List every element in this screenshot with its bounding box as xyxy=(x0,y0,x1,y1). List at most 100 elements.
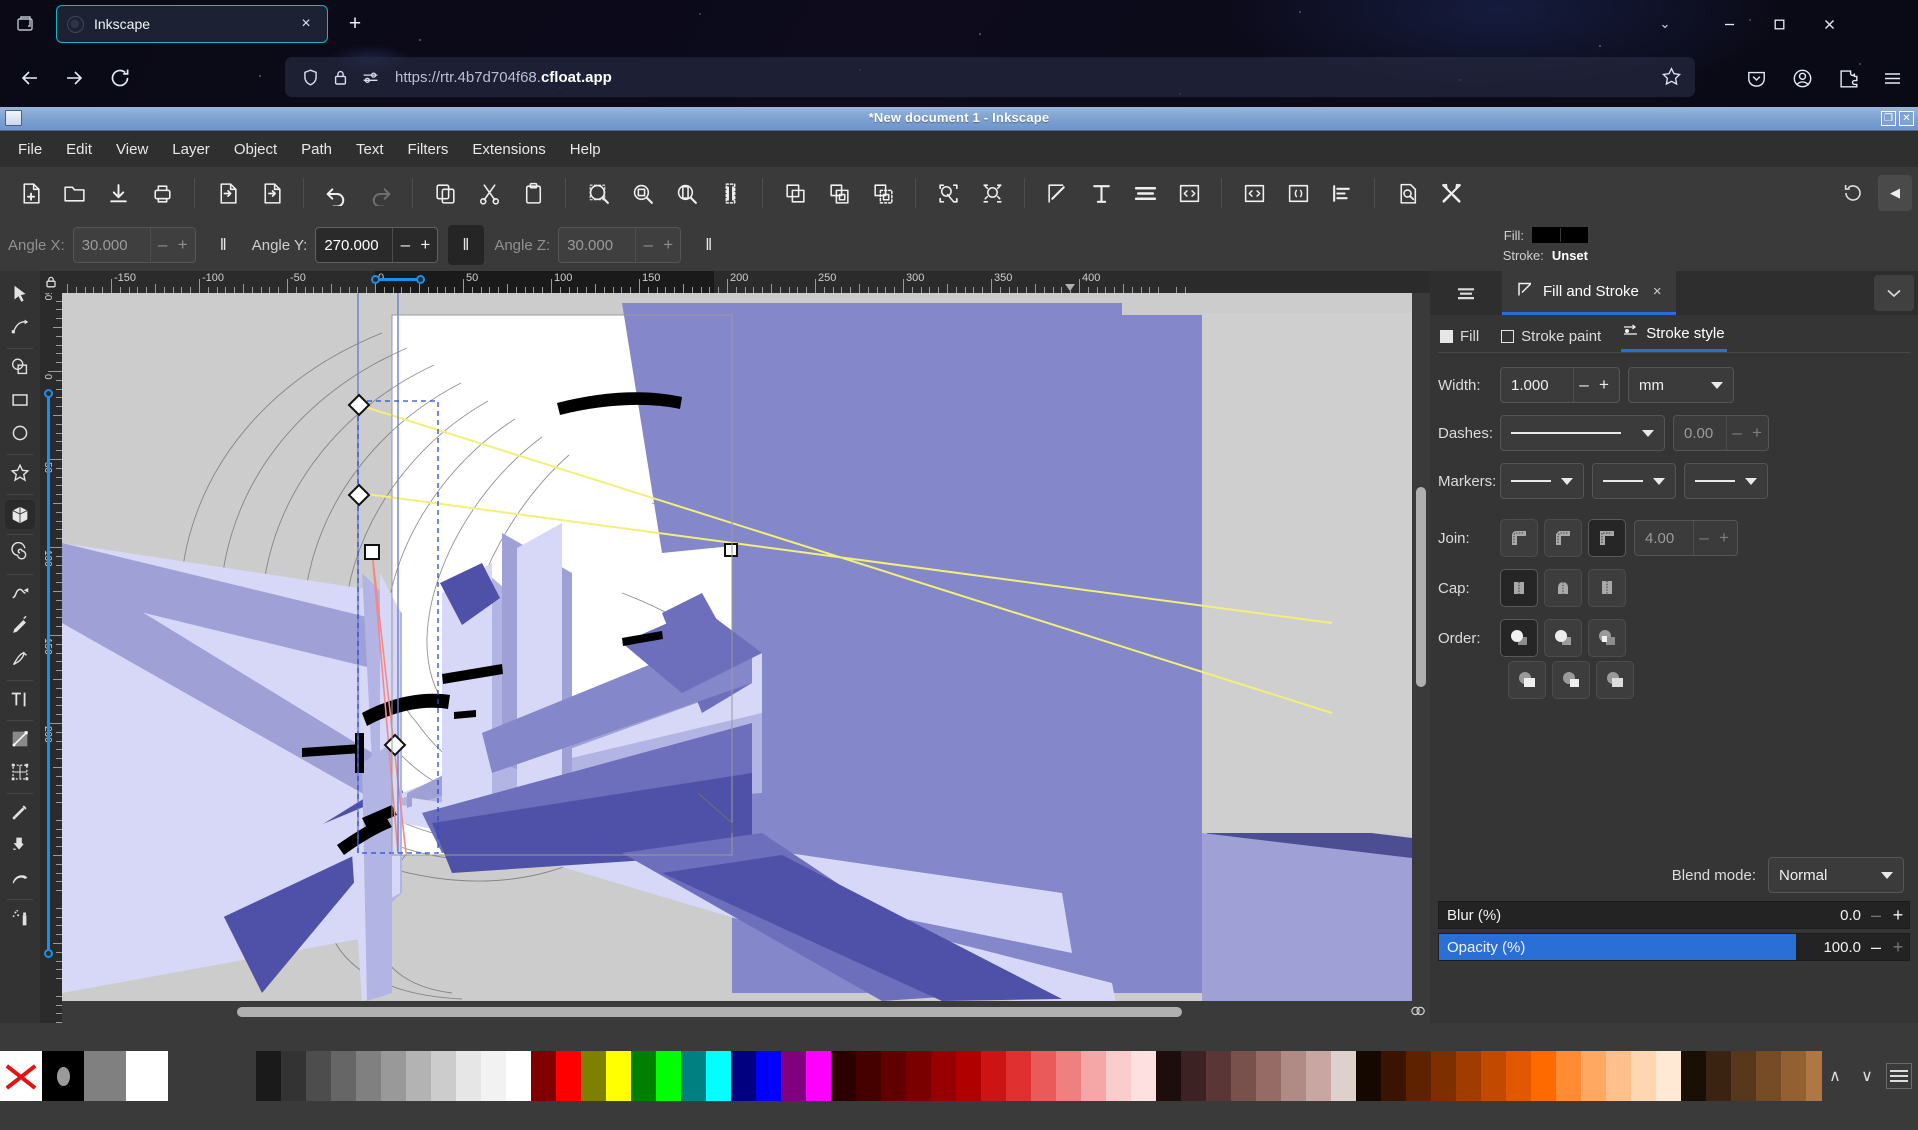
save-document-icon[interactable] xyxy=(96,173,140,213)
window-maximize-button[interactable] xyxy=(1762,10,1796,38)
mask-icon[interactable] xyxy=(970,173,1014,213)
menu-object[interactable]: Object xyxy=(222,136,289,163)
gradient-tool[interactable] xyxy=(0,724,40,757)
palette-swatch[interactable] xyxy=(1581,1051,1606,1101)
print-document-icon[interactable] xyxy=(140,173,184,213)
extensions-icon[interactable] xyxy=(1832,62,1864,94)
url-bar[interactable]: https://rtr.4b7d704f68.cfloat.app xyxy=(285,57,1695,97)
palette-swatch[interactable] xyxy=(956,1051,981,1101)
toolbar-collapse-button[interactable]: ◀ xyxy=(1878,175,1912,211)
node-tool[interactable] xyxy=(0,312,40,345)
join-bevel-button[interactable] xyxy=(1544,519,1582,557)
layers-icon[interactable] xyxy=(1123,173,1167,213)
palette-swatch[interactable] xyxy=(556,1051,581,1101)
palette-swatch[interactable] xyxy=(481,1051,506,1101)
opacity-value[interactable]: 100.0 xyxy=(1823,939,1865,956)
swatch-black[interactable] xyxy=(42,1051,84,1101)
palette-swatch[interactable] xyxy=(1356,1051,1381,1101)
palette-swatch[interactable] xyxy=(581,1051,606,1101)
angle-x-spinbox[interactable]: 30.000 – + xyxy=(72,227,196,263)
align-distribute-icon[interactable] xyxy=(1320,173,1364,213)
save-to-pocket-icon[interactable] xyxy=(1740,62,1772,94)
drawing-canvas[interactable] xyxy=(62,293,1412,1001)
palette-swatch[interactable] xyxy=(356,1051,381,1101)
paste-icon[interactable] xyxy=(511,173,555,213)
dock-tab-fill-and-stroke[interactable]: Fill and Stroke × xyxy=(1502,271,1676,315)
order-markers-stroke-fill-button[interactable] xyxy=(1596,661,1634,699)
width-minus[interactable]: – xyxy=(1574,375,1594,395)
palette-swatch[interactable] xyxy=(1106,1051,1131,1101)
import-icon[interactable] xyxy=(205,173,249,213)
palette-swatch[interactable] xyxy=(1606,1051,1631,1101)
palette-swatch[interactable] xyxy=(506,1051,531,1101)
stroke-indicator-value[interactable]: Unset xyxy=(1552,248,1588,263)
angle-z-plus[interactable]: + xyxy=(658,235,678,255)
paint-bucket-tool[interactable] xyxy=(0,830,40,863)
open-document-icon[interactable] xyxy=(52,173,96,213)
palette-swatch[interactable] xyxy=(1406,1051,1431,1101)
palette-swatch[interactable] xyxy=(1731,1051,1756,1101)
palette-swatch[interactable] xyxy=(1306,1051,1331,1101)
dash-offset-plus[interactable]: + xyxy=(1747,423,1767,443)
horizontal-ruler[interactable]: -150-100-50050100150200250300350400 xyxy=(62,271,1430,293)
swatch-none[interactable] xyxy=(0,1051,42,1101)
selectors-icon[interactable] xyxy=(1232,173,1276,213)
duplicate-icon[interactable] xyxy=(773,173,817,213)
palette-swatch[interactable] xyxy=(606,1051,631,1101)
calligraphy-tool[interactable] xyxy=(0,644,40,677)
angle-y-spinbox[interactable]: 270.000 – + xyxy=(315,227,439,263)
angle-x-value[interactable]: 30.000 xyxy=(74,237,150,254)
palette-swatch[interactable] xyxy=(806,1051,831,1101)
palette-swatch[interactable] xyxy=(1631,1051,1656,1101)
blur-slider[interactable]: Blur (%) 0.0 – + xyxy=(1438,901,1910,929)
ruler-selection-handle[interactable] xyxy=(371,275,380,284)
mesh-gradient-tool[interactable] xyxy=(0,757,40,790)
cap-square-button[interactable] xyxy=(1588,569,1626,607)
swatch-gray[interactable] xyxy=(84,1051,126,1101)
palette-scroll-up-icon[interactable]: ∧ xyxy=(1822,1063,1848,1089)
titlebar-restore-button[interactable]: ❐ xyxy=(1881,111,1896,126)
app-menu-icon[interactable] xyxy=(1876,62,1908,94)
menu-edit[interactable]: Edit xyxy=(54,136,104,163)
palette-swatch[interactable] xyxy=(1331,1051,1356,1101)
menu-path[interactable]: Path xyxy=(289,136,344,163)
star-tool[interactable] xyxy=(0,458,40,491)
new-document-icon[interactable] xyxy=(8,173,52,213)
join-miter-button[interactable] xyxy=(1588,519,1626,557)
palette-swatch[interactable] xyxy=(1031,1051,1056,1101)
bookmark-star-icon[interactable] xyxy=(1661,66,1683,88)
fill-and-stroke-icon[interactable] xyxy=(1035,173,1079,213)
menu-filters[interactable]: Filters xyxy=(396,136,461,163)
blur-minus[interactable]: – xyxy=(1865,905,1887,926)
palette-swatch[interactable] xyxy=(756,1051,781,1101)
dash-offset-minus[interactable]: – xyxy=(1727,423,1747,443)
order-stroke-fill-markers-button[interactable] xyxy=(1588,619,1626,657)
menu-file[interactable]: File xyxy=(6,136,54,163)
dash-offset-spinbox[interactable]: 0.00 – + xyxy=(1673,415,1769,451)
palette-swatch[interactable] xyxy=(931,1051,956,1101)
ellipse-tool[interactable] xyxy=(0,418,40,451)
menu-view[interactable]: View xyxy=(104,136,160,163)
angle-x-minus[interactable]: – xyxy=(153,235,173,255)
palette-swatch[interactable] xyxy=(1531,1051,1556,1101)
angle-x-plus[interactable]: + xyxy=(173,235,193,255)
width-value[interactable]: 1.000 xyxy=(1501,377,1573,394)
undo-icon[interactable] xyxy=(314,173,358,213)
tab-close-icon[interactable]: × xyxy=(295,13,317,35)
angle-z-stepper[interactable]: – + xyxy=(635,228,680,262)
back-icon[interactable] xyxy=(14,62,46,94)
palette-swatch[interactable] xyxy=(781,1051,806,1101)
ruler-lock-icon[interactable] xyxy=(40,271,62,293)
blend-mode-dropdown[interactable]: Normal xyxy=(1768,857,1904,893)
palette-swatch[interactable] xyxy=(1431,1051,1456,1101)
text-and-font-icon[interactable] xyxy=(1079,173,1123,213)
titlebar-close-button[interactable]: ✕ xyxy=(1899,111,1914,126)
url-text[interactable]: https://rtr.4b7d704f68.cfloat.app xyxy=(395,69,1683,86)
palette-swatch[interactable] xyxy=(1231,1051,1256,1101)
order-stroke-markers-fill-button[interactable] xyxy=(1508,661,1546,699)
blur-stepper[interactable]: – + xyxy=(1865,905,1909,926)
fill-swatch[interactable] xyxy=(1532,227,1588,243)
order-markers-fill-stroke-button[interactable] xyxy=(1552,661,1590,699)
palette-swatch[interactable] xyxy=(856,1051,881,1101)
blur-plus[interactable]: + xyxy=(1887,905,1909,926)
